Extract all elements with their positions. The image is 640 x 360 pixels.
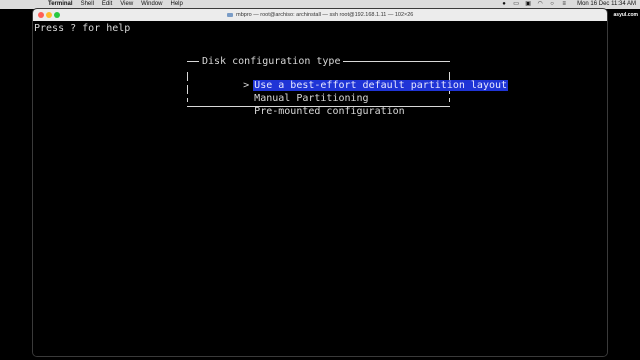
- folder-icon: [226, 12, 233, 17]
- status-area: ● ▭ ▣ ◠ ○ ≡ Mon 16 Dec 11:34 AM: [501, 0, 636, 9]
- help-hint: Press ? for help: [34, 23, 131, 34]
- lock-icon[interactable]: ▣: [525, 1, 531, 7]
- menu-clock[interactable]: Mon 16 Dec 11:34 AM: [577, 0, 636, 9]
- menu-window[interactable]: Window: [141, 0, 162, 9]
- menu-help[interactable]: Help: [171, 0, 183, 9]
- option-manual-partitioning[interactable]: Manual Partitioning: [195, 79, 370, 104]
- watermark: asyul.com: [613, 12, 638, 18]
- menu-shell[interactable]: Shell: [81, 0, 94, 9]
- option-label: Pre-mounted configuration: [254, 106, 405, 117]
- menu-edit[interactable]: Edit: [102, 0, 112, 9]
- window-titlebar[interactable]: mbpro — root@archiso: archinstall — ssh …: [33, 9, 607, 21]
- window-title: mbpro — root@archiso: archinstall — ssh …: [236, 12, 414, 18]
- wifi-icon[interactable]: ◠: [537, 1, 543, 7]
- menu-view[interactable]: View: [120, 0, 133, 9]
- terminal-content[interactable]: Press ? for help Disk configuration type…: [33, 21, 607, 356]
- switch-icon[interactable]: ▭: [513, 1, 519, 7]
- option-best-effort-layout[interactable]: > Use a best-effort default partition lay…: [195, 66, 509, 91]
- window-title-wrap: mbpro — root@archiso: archinstall — ssh …: [33, 9, 607, 21]
- option-pre-mounted[interactable]: Pre-mounted configuration: [195, 92, 406, 117]
- disk-config-dialog: Disk configuration type > Use a best-effo…: [187, 55, 509, 117]
- search-icon[interactable]: ○: [549, 1, 555, 7]
- control-center-icon[interactable]: ≡: [561, 1, 567, 7]
- menu-terminal[interactable]: Terminal: [48, 0, 73, 9]
- record-icon[interactable]: ●: [501, 1, 507, 7]
- terminal-window: mbpro — root@archiso: archinstall — ssh …: [33, 9, 607, 356]
- menu-bar: Terminal Shell Edit View Window Help ● ▭…: [0, 0, 640, 9]
- frame-left-border: [187, 72, 188, 102]
